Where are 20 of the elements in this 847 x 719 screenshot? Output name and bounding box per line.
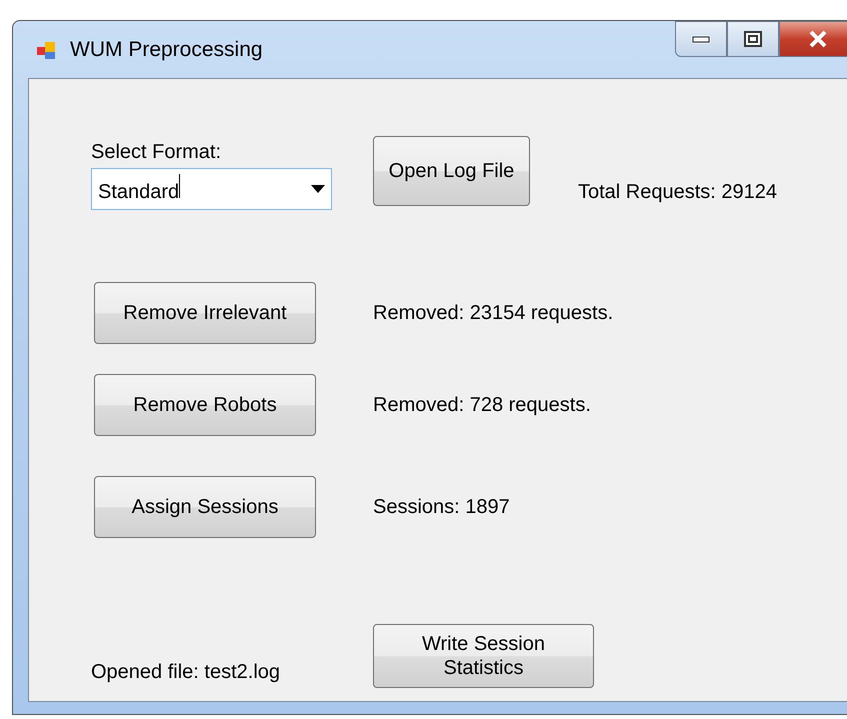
close-button[interactable] <box>779 21 847 57</box>
window-title: WUM Preprocessing <box>70 38 263 62</box>
maximize-icon <box>744 31 762 47</box>
format-label: Select Format: <box>91 141 222 164</box>
maximize-button[interactable] <box>727 21 779 57</box>
open-log-file-button[interactable]: Open Log File <box>373 136 530 206</box>
result-label: Removed: 728 requests. <box>373 394 591 416</box>
step-button[interactable]: Remove Robots <box>94 374 316 436</box>
minimize-icon <box>692 35 710 43</box>
result-label: Sessions: 1897 <box>373 496 510 518</box>
close-icon <box>808 30 828 48</box>
minimize-button[interactable] <box>675 21 727 57</box>
result-label: Removed: 23154 requests. <box>373 302 614 324</box>
caret-icon <box>311 185 325 193</box>
format-dropdown[interactable]: Standard <box>91 168 332 210</box>
step-button[interactable]: Remove Irrelevant <box>94 282 316 344</box>
total-requests-label: Total Requests: 29124 <box>578 181 778 204</box>
step-button[interactable]: Assign Sessions <box>94 476 316 538</box>
opened-file-label: Opened file: test2.log <box>91 661 280 683</box>
write-statistics-button[interactable]: Write Session Statistics <box>373 624 594 688</box>
